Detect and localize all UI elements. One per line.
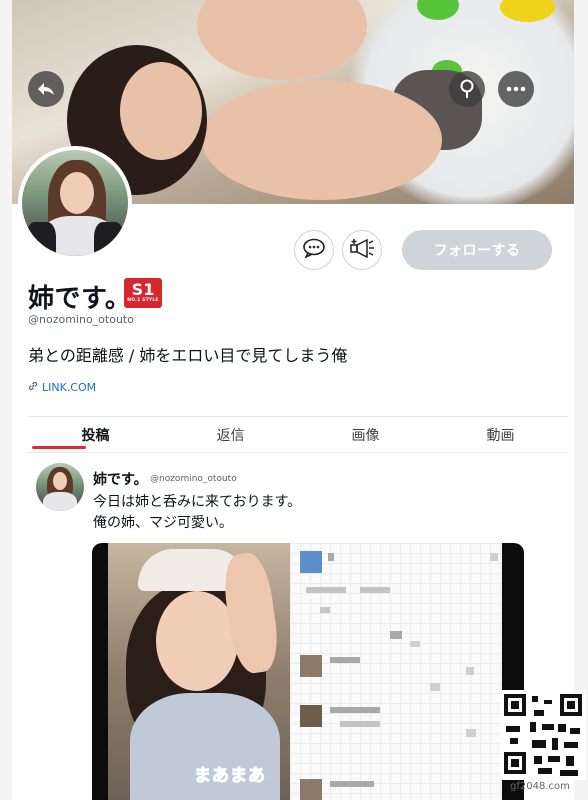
blurred-chat-screenshot [290, 543, 502, 800]
more-dots-icon [506, 86, 526, 92]
back-button[interactable] [28, 71, 64, 107]
link-icon [28, 381, 38, 394]
right-margin [574, 0, 588, 800]
chat-bubble-icon [302, 238, 326, 262]
display-name: 姉です。 [28, 284, 132, 314]
megaphone-icon [349, 238, 375, 262]
profile-bio: 弟との距離感 / 姉をエロい目で見てしまう俺 [28, 346, 348, 365]
post-media[interactable]: まあまあ [92, 543, 524, 800]
left-margin [0, 0, 12, 800]
watermark-text: gf2048.com [510, 781, 570, 792]
post-line: 俺の姉、マジ可愛い。 [93, 515, 233, 531]
notify-button[interactable] [342, 230, 382, 270]
profile-avatar[interactable] [18, 146, 132, 260]
tab-images[interactable]: 画像 [298, 417, 433, 453]
more-button[interactable] [498, 71, 534, 107]
post-line: 今日は姉と呑みに来ております。 [93, 494, 302, 510]
tab-videos[interactable]: 動画 [433, 417, 568, 453]
back-arrow-icon [37, 82, 55, 96]
profile-link[interactable]: LINK.COM [28, 381, 96, 394]
link-text: LINK.COM [42, 381, 97, 394]
media-caption: まあまあ [194, 766, 266, 787]
qr-code [500, 690, 586, 780]
profile-handle: @nozomino_otouto [28, 313, 134, 326]
post-author-name: 姉です。 [93, 472, 148, 488]
post-photo: まあまあ [108, 543, 290, 800]
message-button[interactable] [294, 230, 334, 270]
post-avatar[interactable] [36, 463, 84, 511]
post-author-handle: @nozomino_otouto [150, 474, 237, 484]
divider [28, 452, 568, 453]
search-icon [459, 79, 475, 99]
tab-replies[interactable]: 返信 [163, 417, 298, 453]
follow-button[interactable]: フォローする [402, 230, 552, 270]
brand-badge: S1 NO.1 STYLE [124, 278, 162, 308]
profile-tabs: 投稿 返信 画像 動画 [28, 417, 568, 453]
search-button[interactable] [449, 71, 485, 107]
active-tab-indicator [32, 446, 86, 449]
post-text: 今日は姉と呑みに来ております。 俺の姉、マジ可愛い。 [93, 492, 301, 534]
